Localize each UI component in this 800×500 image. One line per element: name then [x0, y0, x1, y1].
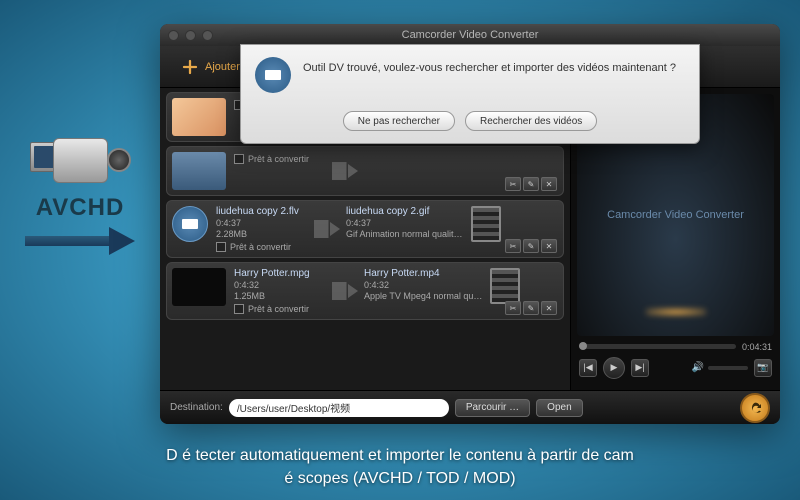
cut-icon[interactable]: ✂: [505, 177, 521, 191]
out-title: Harry Potter.mp4: [364, 268, 482, 279]
snapshot-button[interactable]: 📷: [754, 359, 772, 377]
edit-icon[interactable]: ✎: [523, 177, 539, 191]
play-button[interactable]: ▶: [603, 357, 625, 379]
convert-start-button[interactable]: [740, 393, 770, 423]
ready-label: Prêt à convertir: [230, 242, 291, 252]
preview-title: Camcorder Video Converter: [607, 209, 744, 221]
filmstrip-icon: [490, 268, 520, 304]
seek-slider[interactable]: [579, 344, 736, 349]
caption-line1: D é tecter automatiquement et importer l…: [0, 445, 800, 467]
ready-checkbox[interactable]: [216, 242, 226, 252]
app-window: Camcorder Video Converter Ajouter Conver…: [160, 24, 780, 424]
add-label: Ajouter: [205, 61, 240, 73]
destination-path: /Users/user/Desktop/视频: [237, 400, 350, 415]
open-label: Open: [547, 402, 571, 413]
ready-checkbox[interactable]: [234, 154, 244, 164]
avchd-label: AVCHD: [15, 194, 145, 222]
src-size: 2.28MB: [216, 229, 306, 239]
open-button[interactable]: Open: [536, 399, 582, 417]
titlebar: Camcorder Video Converter: [160, 24, 780, 46]
src-duration: 0:4:37: [216, 218, 306, 228]
caption-line2: é scopes (AVCHD / TOD / MOD): [0, 468, 800, 490]
dialog-yes-label: Rechercher des vidéos: [480, 116, 582, 127]
list-item[interactable]: Prêt à convertir ✂ ✎ ✕: [166, 146, 564, 196]
cut-icon[interactable]: ✂: [505, 239, 521, 253]
volume-slider[interactable]: [708, 366, 748, 370]
list-item[interactable]: Harry Potter.mpg 0:4:32 1.25MB Prêt à co…: [166, 262, 564, 320]
window-title: Camcorder Video Converter: [160, 29, 780, 41]
plus-icon: [180, 57, 200, 77]
add-button[interactable]: Ajouter: [170, 53, 250, 81]
filmstrip-icon: [471, 206, 501, 242]
camcorder-icon: [38, 130, 123, 190]
cut-icon[interactable]: ✂: [505, 301, 521, 315]
list-item[interactable]: liudehua copy 2.flv 0:4:37 2.28MB Prêt à…: [166, 200, 564, 258]
thumbnail: [172, 98, 226, 136]
delete-icon[interactable]: ✕: [541, 301, 557, 315]
src-size: 1.25MB: [234, 291, 324, 301]
preview-time: 0:04:31: [742, 342, 772, 352]
dv-device-icon: [255, 57, 291, 93]
browse-button[interactable]: Parcourir …: [455, 399, 530, 417]
arrow-icon: [332, 282, 356, 300]
thumbnail: [172, 152, 226, 190]
thumbnail: [172, 268, 226, 306]
speaker-icon: 🔊: [692, 362, 704, 373]
out-duration: 0:4:32: [364, 280, 482, 290]
out-format: Apple TV Mpeg4 normal qu…: [364, 291, 482, 301]
camcorder-badge: AVCHD: [15, 130, 145, 252]
ready-checkbox[interactable]: [234, 304, 244, 314]
dialog-yes-button[interactable]: Rechercher des vidéos: [465, 111, 597, 131]
film-icon: [172, 206, 208, 242]
ready-label: Prêt à convertir: [248, 154, 309, 164]
arrow-icon: [332, 162, 356, 180]
src-duration: 0:4:32: [234, 280, 324, 290]
ready-label: Prêt à convertir: [248, 304, 309, 314]
dialog-no-label: Ne pas rechercher: [358, 116, 440, 127]
prev-button[interactable]: |◀: [579, 359, 597, 377]
sync-icon: [747, 400, 763, 416]
destination-field[interactable]: /Users/user/Desktop/视频: [229, 399, 449, 417]
dialog-message: Outil DV trouvé, voulez-vous rechercher …: [303, 57, 685, 76]
destination-label: Destination:: [170, 402, 223, 413]
delete-icon[interactable]: ✕: [541, 239, 557, 253]
dv-dialog: Outil DV trouvé, voulez-vous rechercher …: [240, 44, 700, 144]
arrow-icon: [314, 220, 338, 238]
browse-label: Parcourir …: [466, 402, 519, 413]
delete-icon[interactable]: ✕: [541, 177, 557, 191]
src-title: Harry Potter.mpg: [234, 268, 324, 279]
out-duration: 0:4:37: [346, 218, 463, 228]
dialog-no-button[interactable]: Ne pas rechercher: [343, 111, 455, 131]
out-format: Gif Animation normal qualit…: [346, 229, 463, 239]
arrow-right-icon: [25, 230, 135, 252]
next-button[interactable]: ▶|: [631, 359, 649, 377]
footer: Destination: /Users/user/Desktop/视频 Parc…: [160, 390, 780, 424]
edit-icon[interactable]: ✎: [523, 239, 539, 253]
src-title: liudehua copy 2.flv: [216, 206, 306, 217]
edit-icon[interactable]: ✎: [523, 301, 539, 315]
out-title: liudehua copy 2.gif: [346, 206, 463, 217]
caption: D é tecter automatiquement et importer l…: [0, 445, 800, 490]
